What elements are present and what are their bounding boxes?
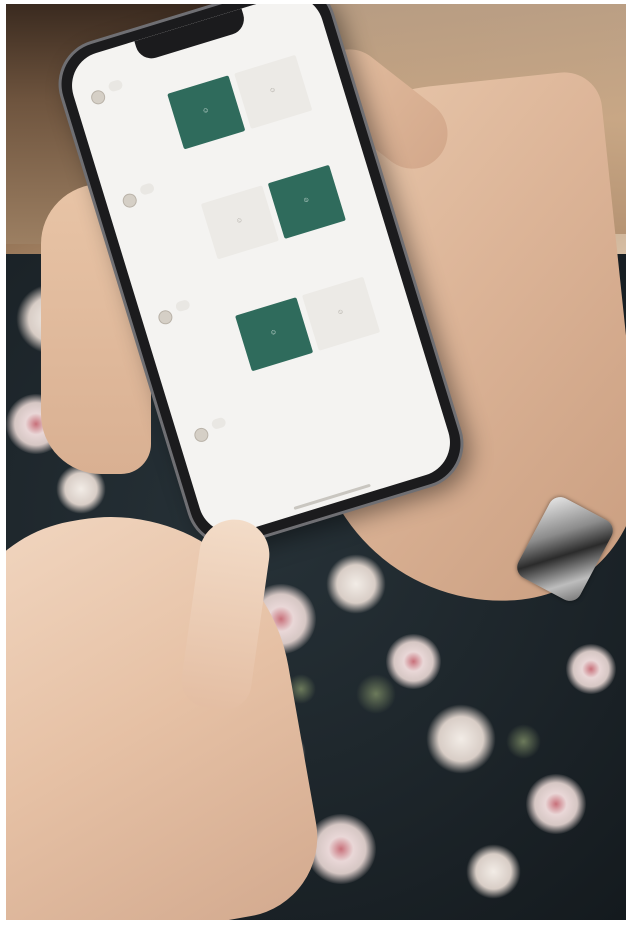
dress-leaf — [356, 674, 396, 714]
dress-flower — [426, 704, 496, 774]
option-card[interactable]: ☺ — [167, 75, 246, 150]
dress-flower — [526, 774, 586, 834]
chat-message — [191, 416, 229, 444]
person-icon: ☺ — [201, 106, 211, 115]
chat-message — [155, 298, 193, 327]
answer-options: ☺ ☺ — [200, 164, 346, 260]
bot-avatar — [192, 426, 211, 444]
bot-avatar — [120, 191, 139, 210]
option-card[interactable]: ☺ — [235, 297, 314, 372]
dress-leaf — [506, 724, 541, 759]
option-card[interactable]: ☺ — [234, 54, 313, 129]
dress-flower — [386, 634, 441, 689]
dress-flower — [466, 844, 521, 899]
option-card[interactable]: ☺ — [301, 276, 381, 351]
person-icon: ☺ — [336, 307, 345, 317]
bot-avatar — [89, 88, 107, 107]
chat-message — [120, 182, 158, 210]
chat-bubble — [210, 416, 227, 431]
option-card[interactable]: ☺ — [200, 185, 279, 260]
answer-options: ☺ ☺ — [167, 54, 313, 150]
person-icon: ☺ — [269, 327, 278, 337]
chat-bubble — [138, 182, 156, 196]
dress-flower — [566, 644, 616, 694]
person-icon: ☺ — [301, 195, 311, 205]
dress-flower — [326, 554, 386, 614]
person-icon: ☺ — [268, 85, 278, 95]
chat-bubble — [174, 298, 191, 313]
bot-avatar — [156, 308, 175, 327]
person-icon: ☺ — [234, 216, 244, 225]
answer-options: ☺ ☺ — [235, 276, 381, 372]
photo: ☺ ☺ ☺ ☺ ☺ ☺ — [6, 4, 626, 920]
chat-bubble — [107, 78, 124, 93]
chat-message — [88, 78, 126, 107]
option-card[interactable]: ☺ — [267, 164, 346, 239]
